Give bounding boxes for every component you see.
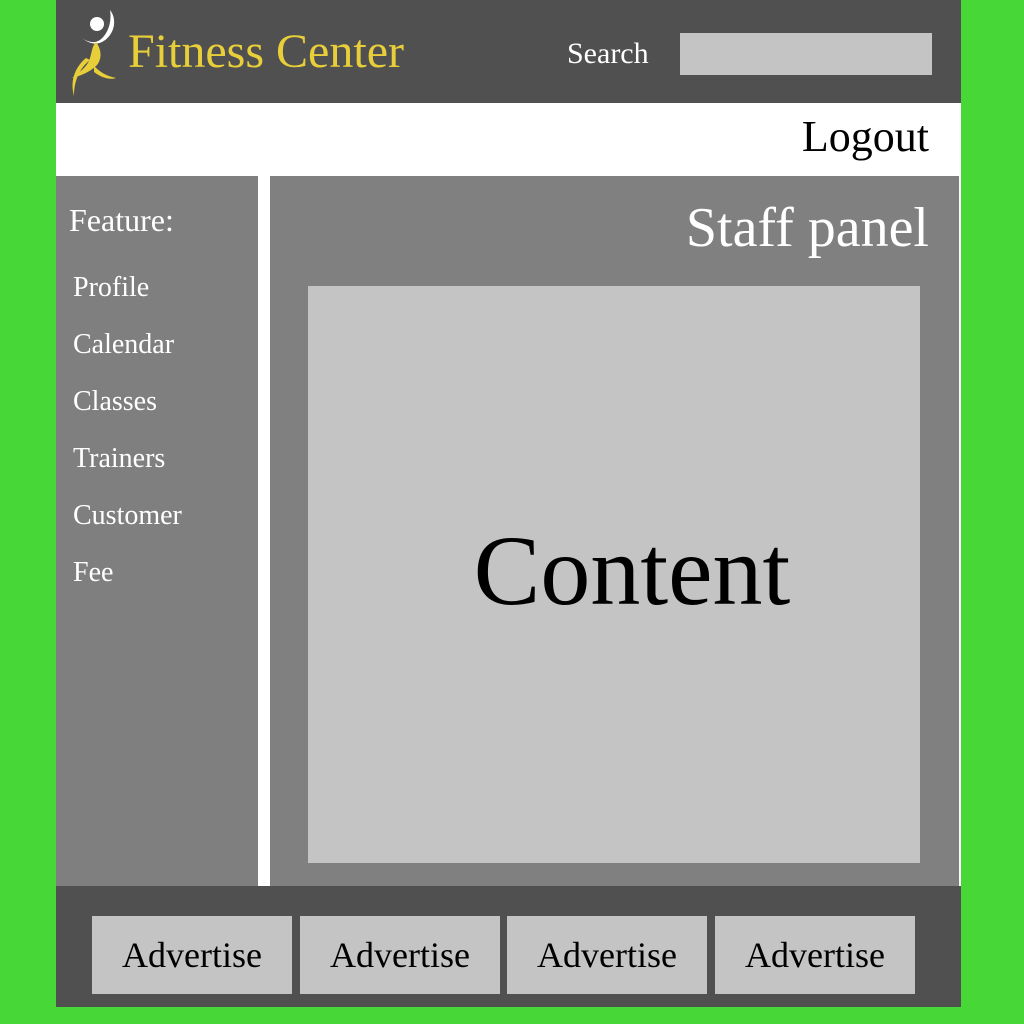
- panel-title: Staff panel: [685, 197, 929, 259]
- search-label: Search: [567, 37, 649, 70]
- sidebar-item-profile[interactable]: Profile: [73, 268, 182, 325]
- content-placeholder: Content: [473, 515, 791, 626]
- main-panel: Staff panel Content: [270, 176, 959, 886]
- site-header: Fitness Center Search: [56, 0, 961, 103]
- advertise-banner-1[interactable]: Advertise: [92, 916, 292, 994]
- sidebar: Feature: Profile Calendar Classes Traine…: [56, 176, 258, 886]
- sidebar-item-calendar[interactable]: Calendar: [73, 325, 182, 382]
- advertise-banner-3[interactable]: Advertise: [507, 916, 707, 994]
- search-input[interactable]: [680, 33, 932, 75]
- sidebar-item-classes[interactable]: Classes: [73, 382, 182, 439]
- sidebar-item-fee[interactable]: Fee: [73, 553, 182, 610]
- sidebar-item-customer[interactable]: Customer: [73, 496, 182, 553]
- site-title: Fitness Center: [128, 25, 404, 78]
- advertise-banner-4[interactable]: Advertise: [715, 916, 915, 994]
- sidebar-item-trainers[interactable]: Trainers: [73, 439, 182, 496]
- sidebar-heading: Feature:: [69, 202, 174, 238]
- sidebar-menu: Profile Calendar Classes Trainers Custom…: [73, 268, 182, 610]
- advertise-banner-2[interactable]: Advertise: [300, 916, 500, 994]
- logout-link[interactable]: Logout: [802, 110, 929, 164]
- content-area: Content: [308, 286, 920, 863]
- page-frame: Fitness Center Search Logout Feature: Pr…: [56, 0, 961, 1007]
- running-person-logo-icon: [72, 10, 116, 96]
- footer: Advertise Advertise Advertise Advertise: [56, 886, 961, 1007]
